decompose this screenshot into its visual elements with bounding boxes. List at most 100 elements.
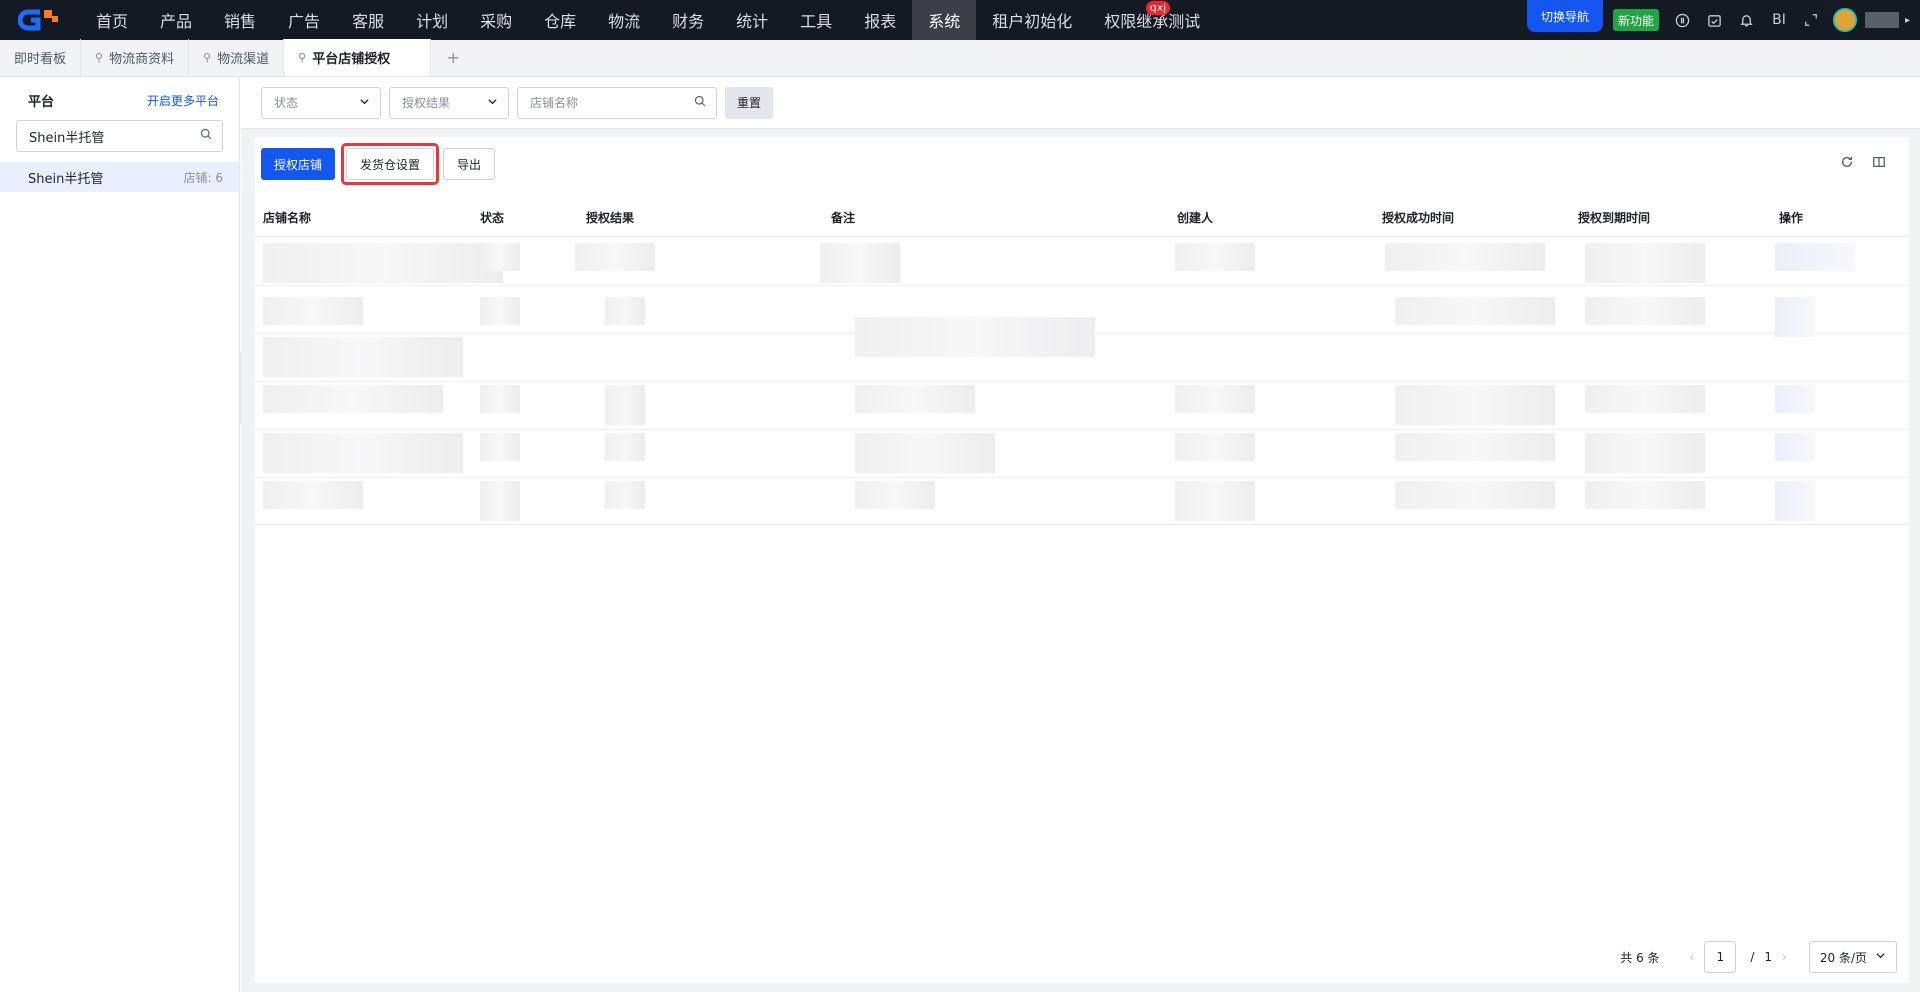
page-number-input[interactable]: 1 — [1704, 941, 1737, 973]
avatar[interactable] — [1832, 8, 1857, 32]
redacted-cell — [480, 297, 520, 325]
add-tab-button[interactable]: + — [431, 39, 475, 76]
column-header: 状态 — [480, 210, 505, 225]
help-icon[interactable] — [1667, 0, 1699, 40]
new-feature-badge[interactable]: 新功能 — [1612, 9, 1659, 31]
nav-item-label: 广告 — [288, 12, 321, 31]
tab-1[interactable]: ⚲ 物流商资料 — [81, 39, 190, 76]
nav-item-3[interactable]: 广告 — [272, 0, 336, 40]
nav-item-14[interactable]: 租户初始化 — [976, 0, 1088, 40]
nav-badge: qxj — [1145, 1, 1171, 15]
redacted-cell — [1775, 433, 1815, 461]
search-icon[interactable] — [200, 128, 212, 144]
column-header: 店铺名称 — [263, 210, 312, 225]
reset-button[interactable]: 重置 — [725, 86, 774, 119]
pin-icon[interactable]: ⚲ — [298, 51, 306, 64]
redacted-cell — [1395, 481, 1555, 509]
column-settings-icon[interactable] — [1863, 155, 1895, 173]
tab-3[interactable]: ⚲ 平台店铺授权 — [284, 39, 432, 76]
search-icon[interactable] — [694, 95, 706, 110]
redacted-cell — [263, 433, 463, 473]
nav-item-label: 系统 — [928, 12, 961, 31]
platform-search-value[interactable]: Shein半托管 — [29, 127, 104, 146]
column-header: 授权成功时间 — [1382, 210, 1455, 225]
nav-item-label: 首页 — [96, 12, 129, 31]
tab-label: 平台店铺授权 — [312, 52, 391, 67]
redacted-cell — [1775, 297, 1815, 337]
pagination: 共 6 条 ‹ 1 / 1 › 20 条/页 — [1620, 941, 1897, 973]
nav-item-4[interactable]: 客服 — [336, 0, 400, 40]
prev-page-icon[interactable]: ‹ — [1690, 950, 1695, 964]
redacted-cell — [1585, 433, 1705, 473]
shop-name-search-input[interactable]: 店铺名称 — [517, 86, 717, 119]
nav-item-6[interactable]: 采购 — [464, 0, 528, 40]
tab-2[interactable]: ⚲ 物流渠道 — [189, 39, 285, 76]
platform-sidebar: 平台 开启更多平台 Shein半托管 Shein半托管 店铺: 6 — [0, 77, 240, 992]
nav-item-11[interactable]: 工具 — [784, 0, 848, 40]
shop-auth-table: 店铺名称 状态 授权结果 备注 创建人 授权成功时间 授权到期时间 操作 — [255, 197, 1909, 525]
redacted-cell — [855, 385, 975, 413]
redacted-cell — [1385, 243, 1545, 271]
table-toolbar: 授权店铺 发货仓设置 导出 — [255, 137, 1909, 191]
row-divider — [255, 285, 1909, 286]
authorize-shop-button[interactable]: 授权店铺 — [261, 148, 336, 180]
redacted-cell — [820, 243, 900, 283]
nav-item-7[interactable]: 仓库 — [528, 0, 592, 40]
status-select[interactable]: 状态 — [261, 86, 381, 119]
nav-item-1[interactable]: 产品 — [144, 0, 208, 40]
nav-item-2[interactable]: 销售 — [208, 0, 272, 40]
table-header: 店铺名称 状态 授权结果 备注 创建人 授权成功时间 授权到期时间 操作 — [255, 197, 1909, 237]
redacted-cell — [480, 243, 520, 271]
redacted-cell — [855, 481, 935, 509]
redacted-cell — [605, 481, 645, 509]
nav-item-5[interactable]: 计划 — [400, 0, 464, 40]
tab-0[interactable]: 即时看板 — [0, 39, 82, 76]
redacted-cell — [263, 337, 463, 377]
nav-item-label: 统计 — [736, 12, 769, 31]
app-logo[interactable] — [0, 0, 80, 40]
auth-result-select[interactable]: 授权结果 — [389, 86, 509, 119]
switch-nav-button[interactable]: 切换导航 — [1526, 0, 1603, 32]
row-divider — [255, 381, 1909, 382]
pagination-separator: / — [1750, 950, 1755, 964]
nav-item-8[interactable]: 物流 — [592, 0, 656, 40]
redacted-cell — [1585, 243, 1705, 283]
redacted-cell — [263, 385, 443, 413]
sidebar-item-label: Shein半托管 — [28, 171, 104, 187]
sidebar-item-count: 店铺: 6 — [183, 170, 224, 185]
redacted-cell — [1175, 385, 1255, 413]
nav-item-10[interactable]: 统计 — [720, 0, 784, 40]
row-divider — [255, 429, 1909, 430]
redacted-cell — [575, 243, 655, 271]
export-button[interactable]: 导出 — [443, 148, 496, 180]
pin-icon[interactable]: ⚲ — [203, 51, 211, 64]
redacted-cell — [605, 385, 645, 425]
nav-item-13[interactable]: 系统 — [912, 0, 977, 40]
next-page-icon[interactable]: › — [1782, 950, 1787, 964]
column-header: 创建人 — [1177, 210, 1214, 225]
pin-icon[interactable]: ⚲ — [95, 51, 103, 64]
pagination-page-count: 1 — [1764, 950, 1773, 964]
sidebar-item-shein[interactable]: Shein半托管 店铺: 6 — [0, 162, 239, 192]
platform-search-input[interactable]: Shein半托管 — [16, 120, 223, 152]
nav-item-12[interactable]: 报表 — [848, 0, 912, 40]
fullscreen-icon[interactable] — [1795, 0, 1827, 40]
enable-more-platforms-link[interactable]: 开启更多平台 — [147, 92, 219, 109]
calendar-check-icon[interactable] — [1699, 0, 1731, 40]
user-name-masked[interactable] — [1864, 12, 1899, 28]
nav-item-label: 产品 — [160, 12, 193, 31]
page-size-select[interactable]: 20 条/页 — [1808, 941, 1897, 973]
nav-item-9[interactable]: 财务 — [656, 0, 720, 40]
nav-item-label: 财务 — [672, 12, 705, 31]
warehouse-settings-button[interactable]: 发货仓设置 — [346, 148, 435, 180]
chevron-down-icon — [487, 96, 498, 110]
redacted-cell — [1175, 433, 1255, 461]
bi-link[interactable]: BI — [1763, 0, 1795, 40]
refresh-icon[interactable] — [1831, 155, 1863, 173]
nav-item-15[interactable]: 权限继承测试 qxj — [1088, 0, 1216, 40]
bell-icon[interactable] — [1731, 0, 1763, 40]
nav-item-0[interactable]: 首页 — [80, 0, 144, 40]
redacted-cell — [480, 385, 520, 413]
user-menu-caret-icon[interactable]: ▸ — [1905, 15, 1910, 26]
filter-bar: 状态 授权结果 店铺名称 重置 — [241, 77, 1920, 129]
